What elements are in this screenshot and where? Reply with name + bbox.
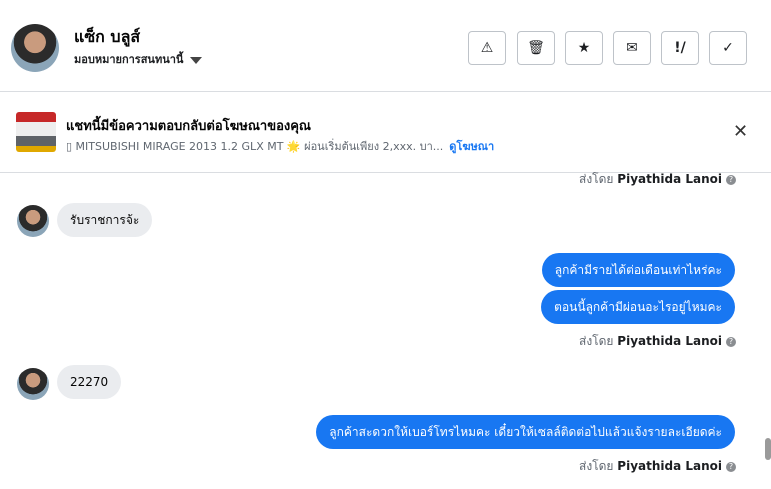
contact-avatar[interactable] [11,24,59,72]
follow-up-icon: !/ [674,40,686,56]
star-button[interactable]: ★ [565,31,603,65]
sender-name: Piyathida Lanoi [617,334,723,348]
checkmark-icon: ✓ [722,40,734,56]
info-icon[interactable]: ? [726,174,737,185]
sender-name: Piyathida Lanoi [617,459,723,473]
info-icon[interactable]: ? [726,336,737,347]
ad-banner-subtitle: ▯ MITSUBISHI MIRAGE 2013 1.2 GLX MT 🌟 ผ่… [66,137,494,155]
ad-banner-title: แชทนี้มีข้อความตอบกลับต่อโฆษณาของคุณ [66,119,311,134]
follow-up-button[interactable]: !/ [661,31,699,65]
sender-name: Piyathida Lanoi [617,172,723,186]
ad-description: ▯ MITSUBISHI MIRAGE 2013 1.2 GLX MT 🌟 ผ่… [66,140,444,153]
scrollbar-thumb[interactable] [765,438,771,460]
contact-name[interactable]: แซ็ก บลูส์ [74,25,140,50]
outgoing-message: ลูกค้ามีรายได้ต่อเดือนเท่าไหร่คะ [541,253,735,287]
sent-by-label: ส่งโดย Piyathida Lanoi? [579,332,737,351]
mark-done-button[interactable]: ✓ [709,31,747,65]
close-icon[interactable]: ✕ [733,121,748,142]
trash-icon: 🗑 [527,40,545,56]
contact-avatar-small [17,205,49,237]
envelope-icon: ✉ [626,40,638,56]
sent-by-label: ส่งโดย Piyathida Lanoi? [579,170,737,189]
view-ad-link[interactable]: ดูโฆษณา [449,140,494,153]
warning-icon: ⚠ [480,40,494,56]
caret-down-icon [190,56,203,64]
delete-button[interactable]: 🗑 [517,31,555,65]
star-icon: ★ [577,40,591,56]
incoming-message: รับราชการจ้ะ [57,203,153,237]
info-icon[interactable]: ? [726,461,737,472]
outgoing-message: ลูกค้าสะดวกให้เบอร์โทรไหมคะ เดี๋ยวให้เซล… [316,415,735,449]
incoming-message: 22270 [57,365,122,399]
assign-label: มอบหมายการสนทนานี้ [74,53,184,66]
assign-conversation-dropdown[interactable]: มอบหมายการสนทนานี้ [74,50,203,68]
sent-by-label: ส่งโดย Piyathida Lanoi? [579,457,737,476]
ad-thumbnail [16,112,56,152]
spam-button[interactable]: ⚠ [468,31,506,65]
mark-unread-button[interactable]: ✉ [613,31,651,65]
outgoing-message: ตอนนี้ลูกค้ามีผ่อนอะไรอยู่ไหมคะ [541,290,735,324]
conversation-header: แซ็ก บลูส์ มอบหมายการสนทนานี้ ⚠ 🗑 ★ ✉ !/… [0,0,771,92]
contact-avatar-small [17,368,49,400]
